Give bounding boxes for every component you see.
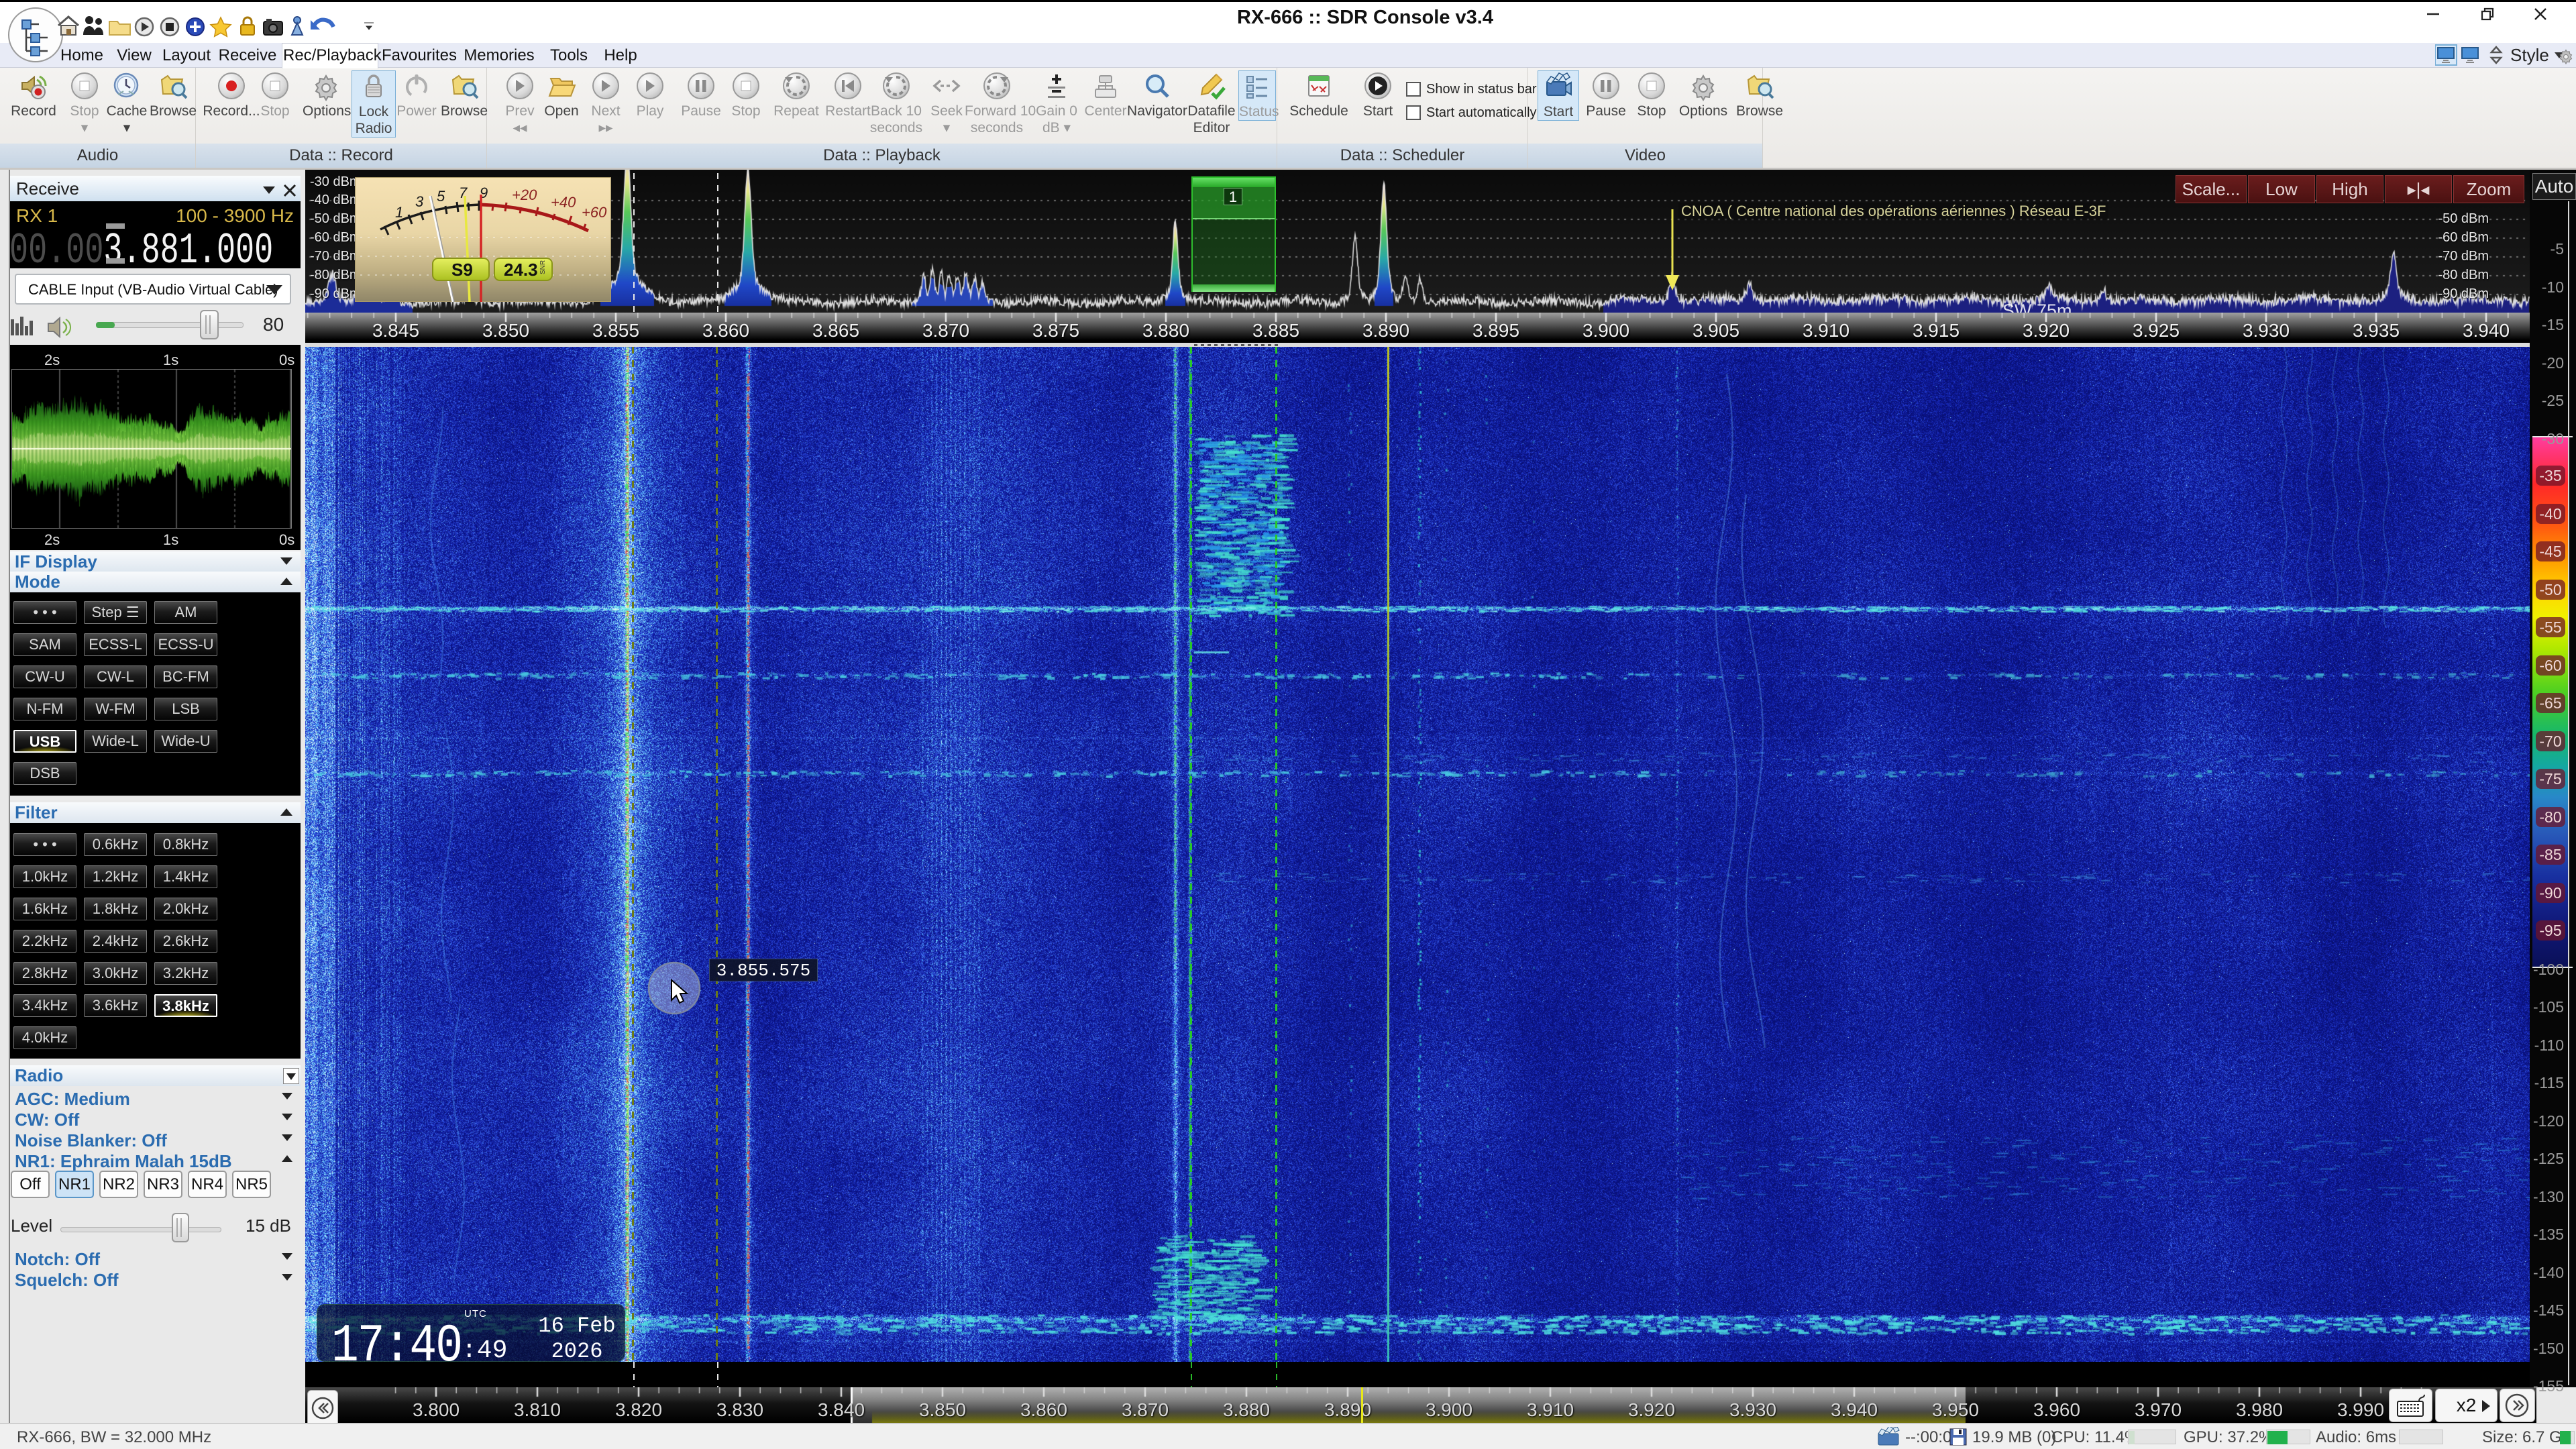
svg-text:24.3: 24.3 [504, 260, 538, 280]
svg-text:5: 5 [437, 188, 445, 205]
svg-text:Style: Style [2510, 45, 2549, 65]
svg-text:7: 7 [459, 184, 468, 201]
svg-text:+40: +40 [551, 194, 576, 211]
svg-text:S9: S9 [451, 260, 473, 280]
svg-text:3: 3 [415, 193, 424, 210]
svg-text:1: 1 [395, 204, 403, 221]
svg-text:+20: +20 [512, 186, 537, 203]
svg-text:+60: +60 [582, 204, 607, 221]
svg-text:SNR: SNR [539, 260, 547, 274]
